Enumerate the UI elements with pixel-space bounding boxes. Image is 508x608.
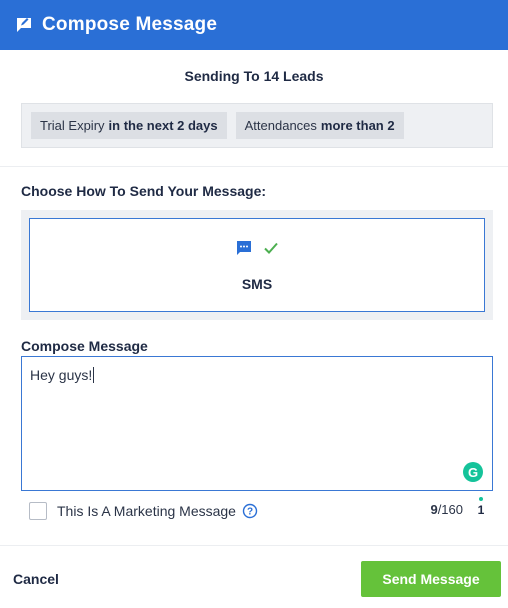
divider — [0, 166, 508, 167]
marketing-message-checkbox[interactable] — [29, 502, 47, 520]
sms-option-label: SMS — [241, 275, 273, 292]
help-icon[interactable]: ? — [242, 503, 258, 519]
sms-option-card[interactable]: SMS — [29, 218, 485, 312]
filter-label: Trial Expiry — [40, 118, 105, 133]
character-counter: 9/160 — [430, 502, 463, 517]
sending-to-text: Sending To 14 Leads — [184, 68, 324, 84]
chat-bubble-icon — [235, 239, 253, 262]
dialog-title: Compose Message — [42, 14, 218, 35]
filter-chip-attendances: Attendances more than 2 — [235, 112, 404, 139]
checkmark-icon — [263, 240, 279, 261]
divider — [0, 545, 508, 546]
compose-message-label: Compose Message — [21, 338, 148, 354]
send-method-options: SMS — [21, 210, 493, 320]
send-message-button[interactable]: Send Message — [361, 561, 501, 597]
compose-message-textarea[interactable]: Hey guys! G — [21, 356, 493, 491]
marketing-message-row: This Is A Marketing Message ? 9/160 1 — [29, 497, 493, 522]
send-method-heading: Choose How To Send Your Message: — [21, 183, 267, 199]
filter-value: more than 2 — [320, 118, 395, 133]
filter-chip-trial-expiry: Trial Expiry in the next 2 days — [31, 112, 227, 139]
cancel-button[interactable]: Cancel — [13, 571, 59, 587]
dialog-header: Compose Message — [0, 0, 508, 50]
marketing-message-label: This Is A Marketing Message — [57, 503, 236, 519]
filter-bar: Trial Expiry in the next 2 days Attendan… — [21, 103, 493, 148]
segment-counter: 1 — [475, 497, 487, 517]
compose-message-text: Hey guys! — [30, 367, 95, 383]
filter-label: Attendances — [244, 118, 317, 133]
compose-icon — [14, 15, 34, 35]
svg-text:?: ? — [247, 507, 253, 518]
filter-value: in the next 2 days — [108, 118, 218, 133]
grammarly-icon[interactable]: G — [463, 462, 483, 482]
